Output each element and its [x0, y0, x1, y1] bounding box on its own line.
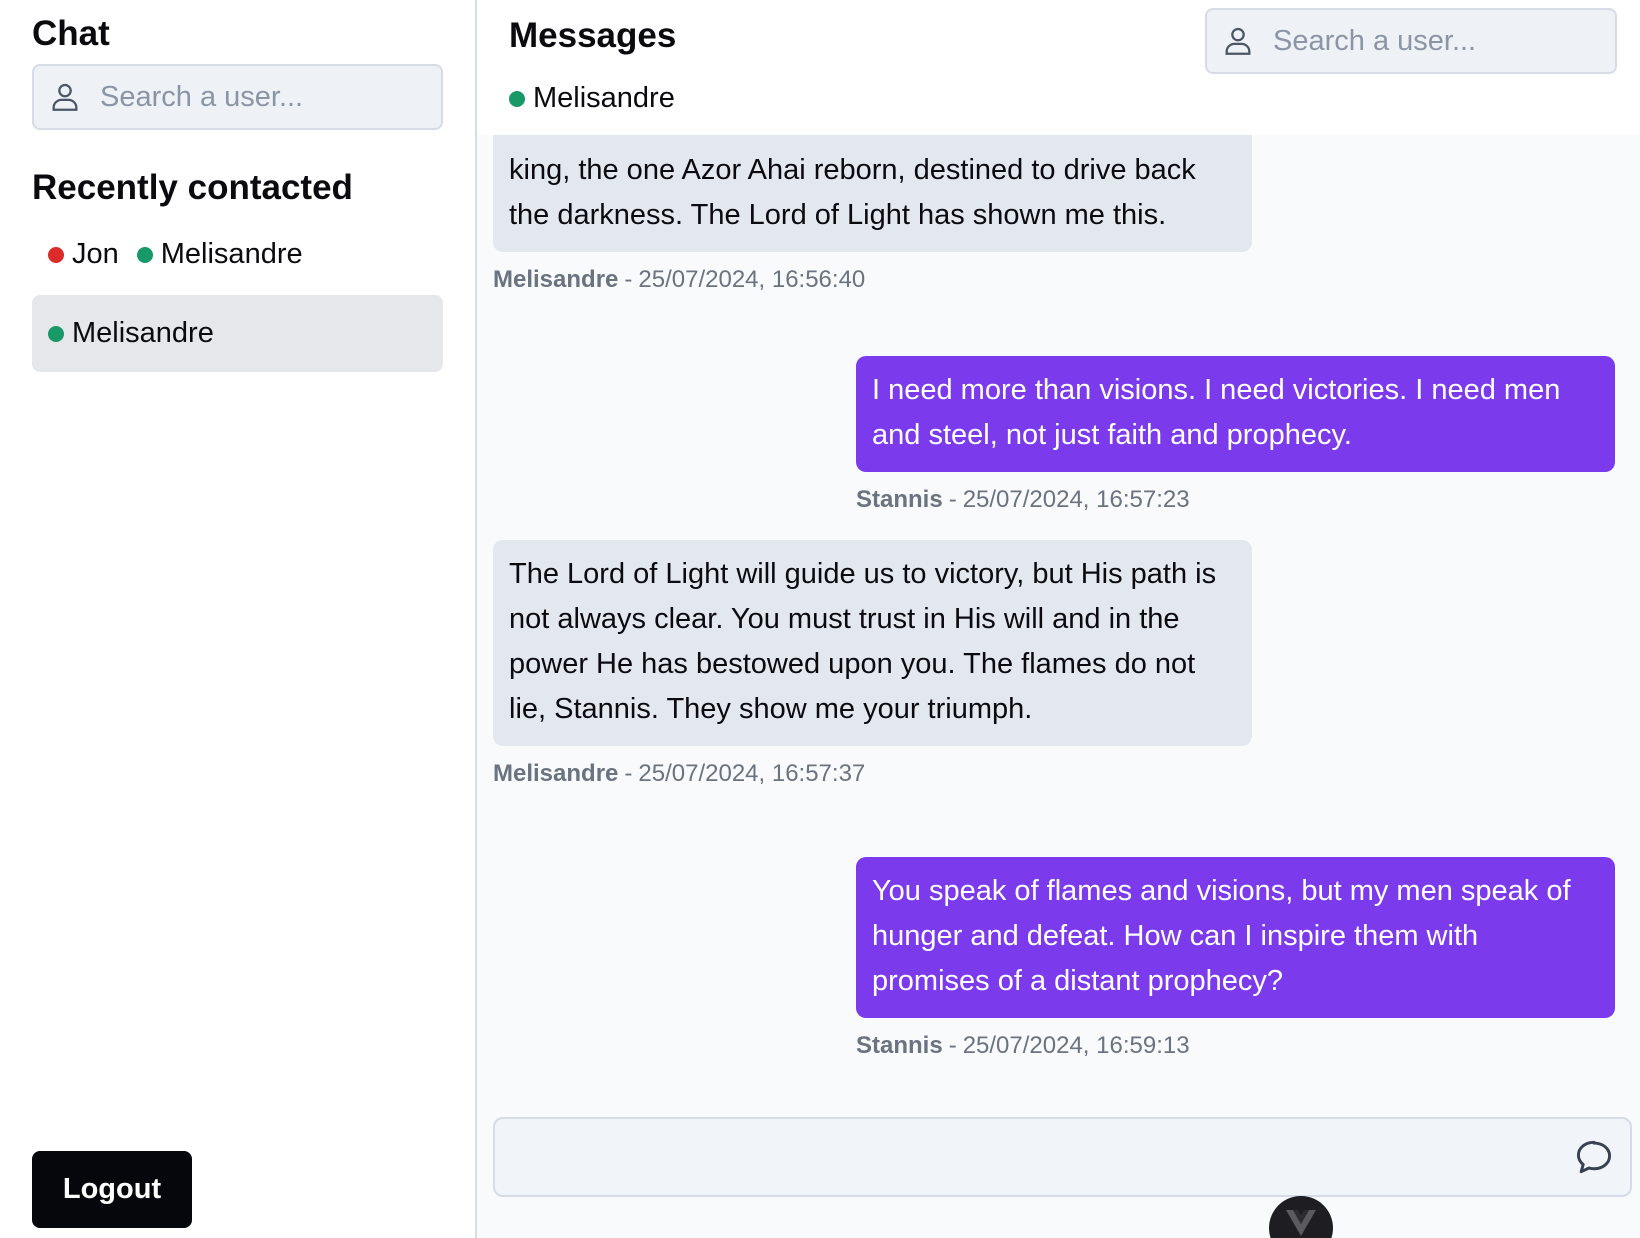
- message-input[interactable]: [495, 1119, 1572, 1195]
- recent-contacts-list: Jon Melisandre: [48, 238, 321, 271]
- message-timestamp: 25/07/2024, 16:57:37: [638, 760, 866, 787]
- message-incoming: The Lord of Light will guide us to victo…: [493, 540, 1252, 788]
- message-meta: Stannis -25/07/2024, 16:59:13: [856, 1032, 1615, 1060]
- online-status-dot: [136, 246, 153, 263]
- meta-separator: -: [948, 486, 957, 513]
- user-icon: [52, 83, 78, 111]
- vue-logo-icon: [1286, 1210, 1316, 1236]
- sidebar-title: Chat: [32, 14, 110, 53]
- message-author: Melisandre: [493, 266, 619, 293]
- recently-contacted-heading: Recently contacted: [32, 168, 353, 207]
- header-search-box[interactable]: [1205, 8, 1640, 74]
- message-meta: Stannis -25/07/2024, 16:57:23: [856, 486, 1615, 514]
- recent-contact-jon[interactable]: Jon: [48, 238, 119, 271]
- messages-panel: king, the one Azor Ahai reborn, destined…: [477, 0, 1640, 1238]
- meta-separator: -: [624, 266, 633, 293]
- message-list[interactable]: king, the one Azor Ahai reborn, destined…: [477, 0, 1640, 1101]
- recent-contact-name: Melisandre: [160, 238, 303, 270]
- page-title: Messages: [509, 16, 677, 55]
- header-search-input[interactable]: [1273, 24, 1640, 58]
- contact-item-melisandre-selected[interactable]: Melisandre: [32, 295, 443, 372]
- message-author: Stannis: [856, 1032, 943, 1059]
- online-status-dot: [509, 90, 525, 107]
- messages-header: Messages Melisandre: [477, 0, 1640, 135]
- message-outgoing: You speak of flames and visions, but my …: [856, 857, 1615, 1060]
- vue-devtools-button[interactable]: [1269, 1196, 1333, 1238]
- message-timestamp: 25/07/2024, 16:56:40: [638, 266, 866, 293]
- active-user-name: Melisandre: [533, 82, 675, 114]
- sidebar-search-input[interactable]: [100, 80, 477, 114]
- message-timestamp: 25/07/2024, 16:57:23: [962, 486, 1190, 513]
- contact-name: Melisandre: [72, 317, 214, 349]
- recent-contact-name: Jon: [72, 238, 119, 270]
- meta-separator: -: [624, 760, 633, 787]
- logout-button[interactable]: Logout: [32, 1151, 192, 1228]
- message-bubble: The Lord of Light will guide us to victo…: [493, 540, 1252, 746]
- sidebar-search-box[interactable]: [32, 64, 477, 130]
- sidebar: Chat Recently contacted Jon Melisandre M…: [0, 0, 477, 1238]
- chat-app: Chat Recently contacted Jon Melisandre M…: [0, 0, 1640, 1238]
- message-meta: Melisandre -25/07/2024, 16:56:40: [493, 266, 1252, 294]
- message-bubble: You speak of flames and visions, but my …: [856, 857, 1615, 1018]
- message-author: Stannis: [856, 486, 943, 513]
- message-bubble: I need more than visions. I need victori…: [856, 356, 1615, 472]
- chat-bubble-icon[interactable]: [1572, 1135, 1616, 1179]
- message-meta: Melisandre -25/07/2024, 16:57:37: [493, 760, 1252, 788]
- user-icon: [1225, 27, 1251, 55]
- recent-contact-melisandre[interactable]: Melisandre: [136, 238, 303, 271]
- message-incoming: king, the one Azor Ahai reborn, destined…: [493, 108, 1252, 294]
- meta-separator: -: [948, 1032, 957, 1059]
- active-conversation-user: Melisandre: [509, 82, 675, 115]
- message-timestamp: 25/07/2024, 16:59:13: [962, 1032, 1190, 1059]
- offline-status-dot: [48, 246, 64, 263]
- message-composer: [493, 1117, 1632, 1197]
- message-outgoing: I need more than visions. I need victori…: [856, 356, 1615, 514]
- message-author: Melisandre: [493, 760, 619, 787]
- online-status-dot: [48, 325, 64, 342]
